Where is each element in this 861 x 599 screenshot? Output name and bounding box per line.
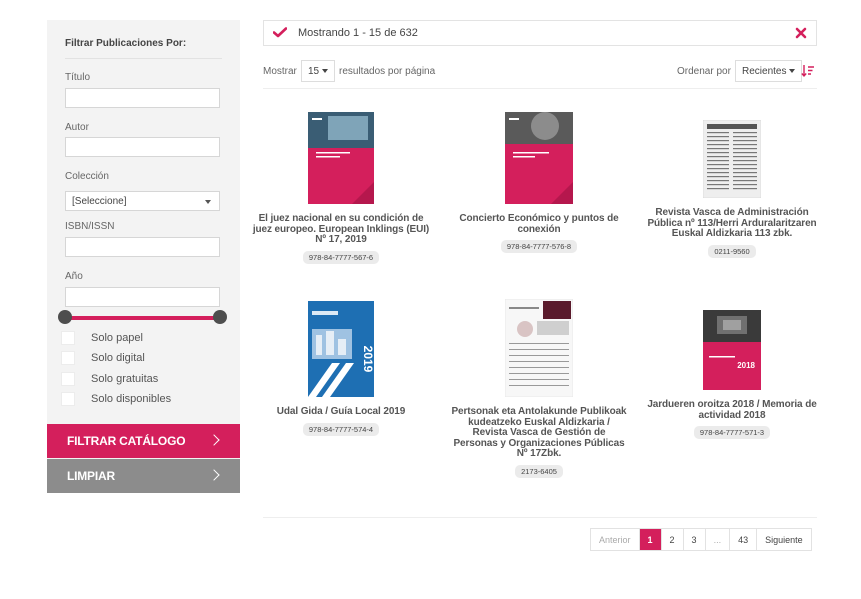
collection-select-value: [Seleccione] [72,196,127,207]
per-page-suffix: resultados por página [339,66,436,77]
isbn-badge: 978-84-7777-576-8 [500,240,578,253]
checkbox-solo-digital[interactable]: Solo digital [61,350,145,366]
checkbox-solo-gratuitas[interactable]: Solo gratuitas [61,371,158,387]
results-count: Mostrando 1 - 15 de 632 [298,27,418,39]
book-cover-image[interactable] [505,112,573,204]
chevron-down-icon [322,69,329,74]
isbn-badge: 978-84-7777-567-6 [302,250,380,264]
isbn-input[interactable] [65,237,220,257]
year-range-slider[interactable] [65,316,220,320]
chevron-right-icon [208,434,220,446]
checkbox-box[interactable] [61,392,75,406]
check-icon [273,27,287,38]
pagination: Anterior 1 2 3 ... 43 Siguiente [590,528,812,551]
book-cover-image[interactable]: 2018 [703,310,761,390]
checkbox-box[interactable] [61,331,75,345]
checkbox-solo-disponibles[interactable]: Solo disponibles [61,391,171,407]
divider [263,88,817,89]
svg-text:2018: 2018 [737,361,755,370]
checkbox-label: Solo disponibles [91,393,172,405]
book-title[interactable]: Udal Gida / Guía Local 2019 [252,406,430,418]
isbn-badge: 978-84-7777-574-4 [302,422,380,436]
divider [65,58,222,59]
book-cover-image[interactable] [504,298,574,398]
pagination-next[interactable]: Siguiente [757,529,811,550]
clear-button-label: LIMPIAR [67,469,115,483]
svg-text:2019: 2019 [361,346,374,373]
chevron-right-icon [208,469,220,481]
close-icon[interactable] [795,27,807,39]
checkbox-box[interactable] [61,372,75,386]
book-cover-image[interactable] [702,119,762,199]
book-title[interactable]: El juez nacional en su condición de juez… [252,213,430,246]
chevron-down-icon [205,200,211,204]
isbn-badge: 0211-9560 [708,244,756,258]
results-summary-bar: Mostrando 1 - 15 de 632 [263,20,817,46]
divider [263,517,817,518]
sort-label: Ordenar por [677,66,731,77]
per-page-value: 15 [308,66,320,77]
title-input[interactable] [65,88,220,108]
sort-direction-icon[interactable] [801,64,815,78]
book-card[interactable]: Concierto Económico y puntos de conexión… [450,112,628,253]
author-input[interactable] [65,137,220,157]
book-card[interactable]: 2018 Jardueren oroitza 2018 / Memoria de… [643,310,821,439]
checkbox-solo-papel[interactable]: Solo papel [61,330,143,346]
clear-button[interactable]: LIMPIAR [47,459,240,493]
slider-min-handle[interactable] [58,310,72,324]
filter-catalog-button[interactable]: FILTRAR CATÁLOGO [47,424,240,458]
per-page-select[interactable]: 15 [301,60,336,82]
book-card[interactable]: 2019 Udal Gida / Guía Local 2019 978-84-… [252,301,430,436]
pagination-page-3[interactable]: 3 [684,529,706,550]
pagination-page-2[interactable]: 2 [662,529,684,550]
collection-select[interactable]: [Seleccione] [65,191,220,211]
filter-button-label: FILTRAR CATÁLOGO [67,434,186,448]
title-label: Título [65,72,91,83]
pagination-page-43[interactable]: 43 [730,529,758,550]
pagination-ellipsis: ... [706,529,731,550]
pagination-prev[interactable]: Anterior [591,529,640,550]
sort-select[interactable]: Recientes [735,60,803,82]
chevron-down-icon [789,69,796,74]
year-label: Año [65,271,83,282]
collection-label: Colección [65,171,109,182]
isbn-badge: 2173-6405 [515,464,563,478]
year-input[interactable] [65,287,220,307]
isbn-label: ISBN/ISSN [65,221,115,232]
results-toolbar: Mostrar 15 resultados por página Ordenar… [263,60,817,82]
checkbox-box[interactable] [61,351,75,365]
book-title[interactable]: Pertsonak eta Antolakunde Publikoak kude… [450,406,628,460]
book-title[interactable]: Jardueren oroitza 2018 / Memoria de acti… [643,399,821,421]
checkbox-label: Solo papel [91,332,143,344]
slider-max-handle[interactable] [213,310,227,324]
book-cover-image[interactable] [308,112,374,204]
author-label: Autor [65,122,89,133]
book-title[interactable]: Revista Vasca de Administración Pública … [643,207,821,240]
filter-sidebar: Filtrar Publicaciones Por: Título Autor … [47,20,240,493]
book-card[interactable]: El juez nacional en su condición de juez… [252,112,430,264]
show-label: Mostrar [263,66,297,77]
isbn-badge: 978-84-7777-571-3 [693,426,771,439]
book-card[interactable]: Revista Vasca de Administración Pública … [643,119,821,258]
checkbox-label: Solo digital [91,352,145,364]
book-cover-image[interactable]: 2019 [308,301,375,397]
book-title[interactable]: Concierto Económico y puntos de conexión [450,213,628,235]
checkbox-label: Solo gratuitas [91,373,159,385]
filter-title: Filtrar Publicaciones Por: [65,38,187,49]
pagination-page-1[interactable]: 1 [639,529,662,550]
book-card[interactable]: Pertsonak eta Antolakunde Publikoak kude… [450,298,628,478]
sort-value: Recientes [742,66,787,77]
